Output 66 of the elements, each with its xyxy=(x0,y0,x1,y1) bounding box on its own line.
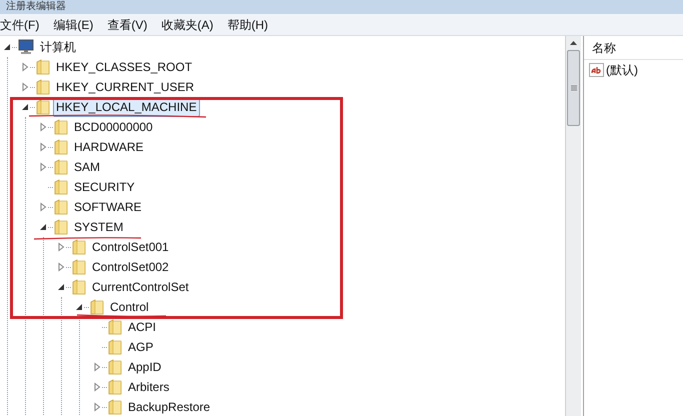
folder-icon xyxy=(108,359,122,375)
collapsed-arrow-icon[interactable] xyxy=(56,262,66,272)
tree-item[interactable]: SOFTWARE xyxy=(71,198,145,216)
collapsed-arrow-icon[interactable] xyxy=(92,382,102,392)
tree-item[interactable]: BCD00000000 xyxy=(71,118,156,136)
folder-icon xyxy=(108,339,122,355)
folder-icon xyxy=(72,239,86,255)
string-value-icon xyxy=(589,63,604,77)
expanded-arrow-icon[interactable] xyxy=(56,282,66,292)
menu-item[interactable]: 帮助(H) xyxy=(227,16,268,34)
folder-icon xyxy=(54,159,68,175)
collapsed-arrow-icon[interactable] xyxy=(20,82,30,92)
collapsed-arrow-icon[interactable] xyxy=(38,202,48,212)
collapsed-arrow-icon[interactable] xyxy=(20,62,30,72)
folder-icon xyxy=(54,219,68,235)
expanded-arrow-icon[interactable] xyxy=(20,102,30,112)
collapsed-arrow-icon[interactable] xyxy=(38,162,48,172)
tree-item[interactable]: CurrentControlSet xyxy=(89,278,192,296)
tree-item[interactable]: HKEY_CURRENT_USER xyxy=(53,78,198,96)
tree-item[interactable]: ACPI xyxy=(125,318,160,336)
tree-item[interactable]: ControlSet001 xyxy=(89,238,172,256)
tree-item[interactable]: 计算机 xyxy=(37,38,79,56)
tree-item[interactable]: ControlSet002 xyxy=(89,258,172,276)
folder-icon xyxy=(36,99,50,115)
folder-icon xyxy=(108,319,122,335)
menu-item[interactable]: 收藏夹(A) xyxy=(161,16,214,34)
folder-icon xyxy=(54,119,68,135)
expanded-arrow-icon[interactable] xyxy=(2,42,12,52)
computer-icon xyxy=(18,39,34,55)
folder-icon xyxy=(90,299,104,315)
expanded-arrow-icon[interactable] xyxy=(38,222,48,232)
tree-item[interactable]: SECURITY xyxy=(71,178,138,196)
tree-item[interactable]: HKEY_CLASSES_ROOT xyxy=(53,58,196,76)
tree-item[interactable]: HARDWARE xyxy=(71,138,147,156)
folder-icon xyxy=(72,259,86,275)
folder-icon xyxy=(36,79,50,95)
window-title: 注册表编辑器 xyxy=(6,1,66,13)
collapsed-arrow-icon[interactable] xyxy=(56,242,66,252)
expanded-arrow-icon[interactable] xyxy=(74,302,84,312)
column-header[interactable]: 名称 xyxy=(584,36,683,60)
tree-item[interactable]: BackupRestore xyxy=(125,398,214,416)
folder-icon xyxy=(108,399,122,415)
value-name[interactable]: (默认) xyxy=(606,61,638,79)
collapsed-arrow-icon[interactable] xyxy=(92,402,102,412)
folder-icon xyxy=(54,199,68,215)
folder-icon xyxy=(36,59,50,75)
tree-item[interactable]: Arbiters xyxy=(125,378,172,396)
menu-item[interactable]: 文件(F) xyxy=(0,16,40,34)
tree-item[interactable]: Control xyxy=(107,298,152,316)
menu-item[interactable]: 查看(V) xyxy=(107,16,148,34)
tree-item[interactable]: AGP xyxy=(125,338,156,356)
tree-item[interactable]: SAM xyxy=(71,158,104,176)
folder-icon xyxy=(54,139,68,155)
scroll-thumb[interactable] xyxy=(567,50,580,126)
scroll-up-icon[interactable] xyxy=(570,41,577,45)
folder-icon xyxy=(54,179,68,195)
menu-item[interactable]: 编辑(E) xyxy=(53,16,94,34)
collapsed-arrow-icon[interactable] xyxy=(92,362,102,372)
tree-item[interactable]: AppID xyxy=(125,358,164,376)
tree-item[interactable]: SYSTEM xyxy=(71,218,126,236)
collapsed-arrow-icon[interactable] xyxy=(38,142,48,152)
collapsed-arrow-icon[interactable] xyxy=(38,122,48,132)
folder-icon xyxy=(108,379,122,395)
folder-icon xyxy=(72,279,86,295)
scrollbar[interactable] xyxy=(565,36,581,416)
grip-icon xyxy=(570,85,576,91)
